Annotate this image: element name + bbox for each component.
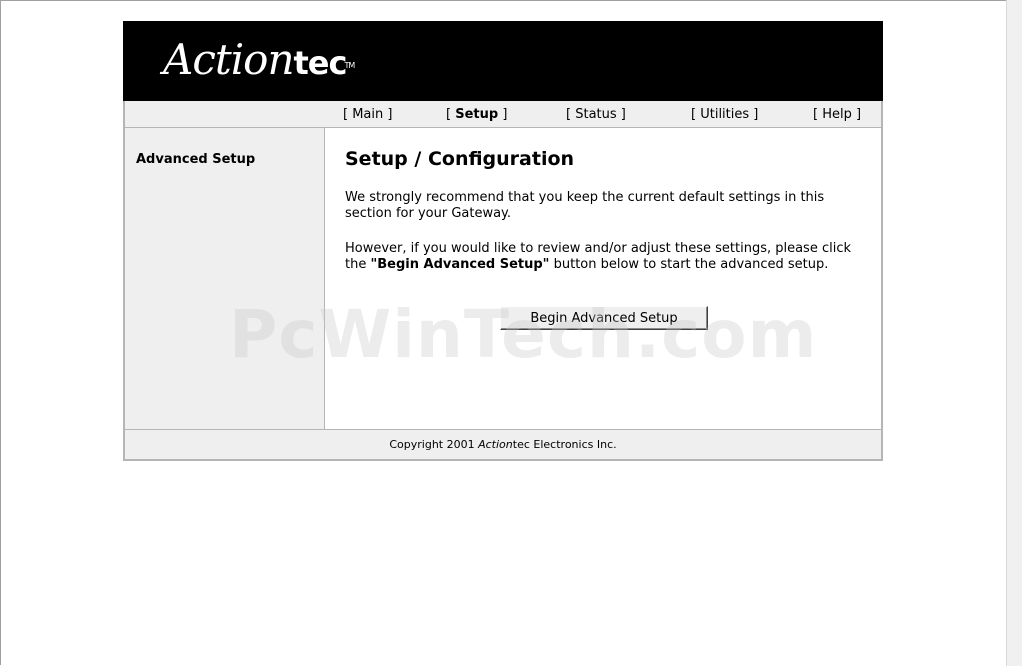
footer: Copyright 2001 Actiontec Electronics Inc… — [123, 429, 883, 461]
content-area: Advanced Setup Setup / Configuration We … — [123, 128, 883, 429]
sidebar-title: Advanced Setup — [136, 152, 256, 167]
begin-advanced-setup-button[interactable]: Begin Advanced Setup — [500, 306, 708, 330]
vertical-scrollbar[interactable] — [1006, 0, 1022, 666]
copyright-text: Copyright 2001 Actiontec Electronics Inc… — [389, 438, 617, 451]
recommendation-text: We strongly recommend that you keep the … — [345, 190, 825, 221]
router-page: ActiontecTM [ Main ] [ Setup ] [ Status … — [123, 21, 883, 461]
header-banner: ActiontecTM — [123, 21, 883, 101]
nav-utilities[interactable]: [ Utilities ] — [691, 107, 758, 122]
instruction-bold-button-name: "Begin Advanced Setup" — [370, 257, 550, 272]
nav-help[interactable]: [ Help ] — [813, 107, 861, 122]
page-title: Setup / Configuration — [345, 148, 575, 170]
sidebar: Advanced Setup — [125, 128, 325, 429]
nav-status[interactable]: [ Status ] — [566, 107, 626, 122]
top-nav: [ Main ] [ Setup ] [ Status ] [ Utilitie… — [123, 101, 883, 128]
actiontec-logo: ActiontecTM — [163, 35, 355, 84]
instruction-text: However, if you would like to review and… — [345, 241, 852, 272]
nav-main[interactable]: [ Main ] — [343, 107, 392, 122]
main-panel: Setup / Configuration We strongly recomm… — [326, 128, 881, 429]
nav-setup[interactable]: [ Setup ] — [446, 107, 507, 122]
